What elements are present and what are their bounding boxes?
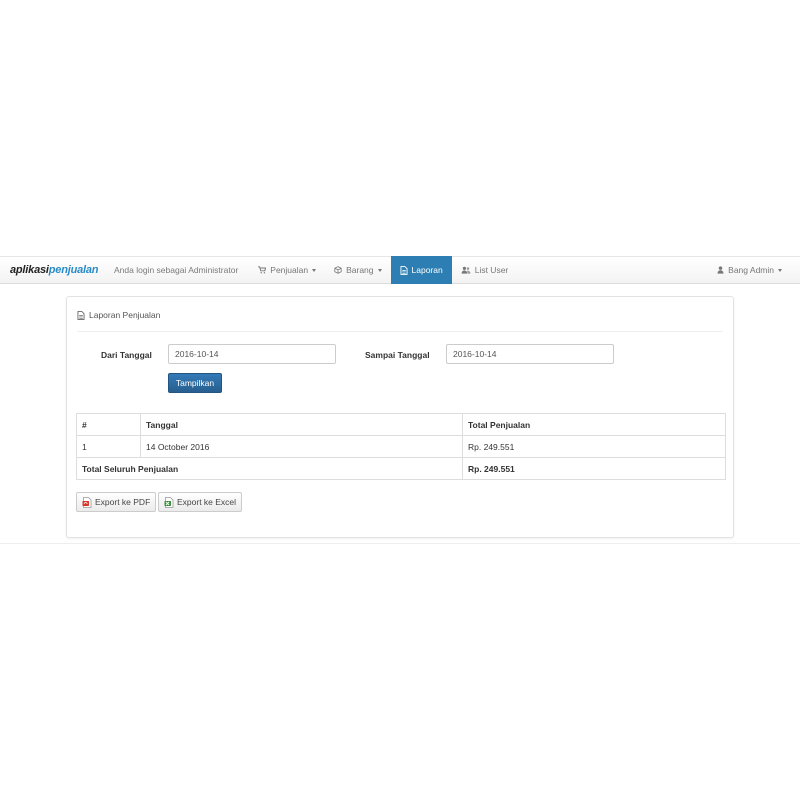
footer-label: Total Seluruh Penjualan	[76, 457, 463, 480]
export-pdf-label: Export ke PDF	[95, 497, 151, 507]
column-header-number: #	[76, 413, 141, 436]
login-status-text: Anda login sebagai Administrator	[114, 265, 239, 275]
chevron-down-icon	[377, 268, 382, 272]
brand-text-part2: penjualan	[48, 264, 99, 276]
excel-file-icon	[164, 496, 174, 508]
document-icon	[400, 265, 408, 275]
from-date-label: Dari Tanggal	[101, 350, 152, 360]
nav-item-list-user[interactable]: List User	[452, 256, 518, 284]
cart-icon	[258, 266, 267, 274]
from-date-input[interactable]	[168, 344, 336, 364]
document-icon	[77, 310, 85, 320]
brand-text-part1: aplikasi	[10, 264, 49, 276]
chevron-down-icon	[778, 268, 782, 272]
cell-total: Rp. 249.551	[462, 435, 726, 458]
table-header-row: # Tanggal Total Penjualan	[76, 413, 726, 436]
user-menu-label: Bang Admin	[728, 265, 774, 275]
table-footer-row: Total Seluruh Penjualan Rp. 249.551	[76, 457, 726, 480]
panel-title-text: Laporan Penjualan	[89, 310, 161, 320]
panel-title: Laporan Penjualan	[77, 310, 160, 320]
panel-divider	[77, 331, 723, 332]
chevron-down-icon	[312, 268, 317, 272]
export-pdf-button[interactable]: Export ke PDF	[76, 492, 157, 512]
user-menu[interactable]: Bang Admin	[708, 256, 791, 284]
nav-item-label: Penjualan	[270, 265, 309, 275]
nav-item-label: List User	[474, 265, 509, 275]
pdf-file-icon	[82, 496, 92, 508]
to-date-input[interactable]	[446, 344, 614, 364]
to-date-label: Sampai Tanggal	[365, 350, 430, 360]
top-navbar: aplikasipenjualan Anda login sebagai Adm…	[0, 256, 800, 284]
column-header-date: Tanggal	[140, 413, 463, 436]
brand-logo[interactable]: aplikasipenjualan	[10, 264, 100, 276]
cell-date: 14 October 2016	[140, 435, 463, 458]
cell-number: 1	[76, 435, 141, 458]
nav-item-laporan[interactable]: Laporan	[390, 256, 452, 284]
sales-report-table: # Tanggal Total Penjualan 1 14 October 2…	[76, 413, 726, 480]
nav-item-label: Barang	[346, 265, 374, 275]
user-icon	[717, 266, 724, 274]
nav-item-label: Laporan	[411, 265, 443, 275]
table-row: 1 14 October 2016 Rp. 249.551	[76, 435, 726, 458]
export-excel-button[interactable]: Export ke Excel	[158, 492, 243, 512]
column-header-total: Total Penjualan	[462, 413, 726, 436]
report-panel: Laporan Penjualan Dari Tanggal Sampai Ta…	[66, 296, 734, 538]
users-icon	[461, 266, 471, 274]
nav-item-barang[interactable]: Barang	[325, 256, 390, 284]
nav-item-penjualan[interactable]: Penjualan	[249, 256, 325, 284]
show-report-button[interactable]: Tampilkan	[168, 373, 222, 393]
footer-total: Rp. 249.551	[462, 457, 726, 480]
box-icon	[334, 266, 342, 274]
export-excel-label: Export ke Excel	[177, 497, 237, 507]
content-bottom-divider	[0, 543, 800, 544]
